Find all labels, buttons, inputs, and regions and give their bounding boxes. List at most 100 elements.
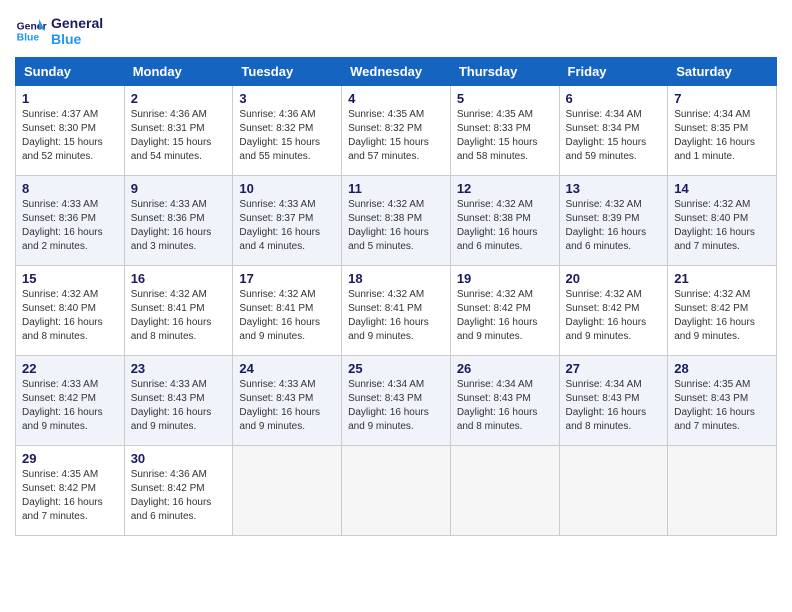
calendar-cell-day-empty <box>668 446 777 536</box>
calendar-cell-day-1: 1 Sunrise: 4:37 AMSunset: 8:30 PMDaylight… <box>16 86 125 176</box>
day-info: Sunrise: 4:36 AMSunset: 8:32 PMDaylight:… <box>239 108 335 164</box>
day-number: 1 <box>22 91 118 106</box>
day-number: 15 <box>22 271 118 286</box>
day-number: 7 <box>674 91 770 106</box>
day-number: 21 <box>674 271 770 286</box>
day-info: Sunrise: 4:32 AMSunset: 8:42 PMDaylight:… <box>674 288 770 344</box>
day-number: 9 <box>131 181 227 196</box>
day-number: 14 <box>674 181 770 196</box>
calendar-cell-day-14: 14 Sunrise: 4:32 AMSunset: 8:40 PMDayligh… <box>668 176 777 266</box>
day-number: 8 <box>22 181 118 196</box>
calendar-cell-day-13: 13 Sunrise: 4:32 AMSunset: 8:39 PMDayligh… <box>559 176 668 266</box>
logo-general: General <box>51 15 103 31</box>
day-number: 24 <box>239 361 335 376</box>
calendar-cell-day-empty <box>342 446 451 536</box>
day-info: Sunrise: 4:32 AMSunset: 8:42 PMDaylight:… <box>457 288 553 344</box>
calendar-cell-day-3: 3 Sunrise: 4:36 AMSunset: 8:32 PMDaylight… <box>233 86 342 176</box>
day-info: Sunrise: 4:32 AMSunset: 8:38 PMDaylight:… <box>457 198 553 254</box>
calendar-cell-day-20: 20Sunrise: 4:32 AMSunset: 8:42 PMDayligh… <box>559 266 668 356</box>
logo-icon: General Blue <box>15 15 47 47</box>
calendar-cell-day-10: 10Sunrise: 4:33 AMSunset: 8:37 PMDayligh… <box>233 176 342 266</box>
day-info: Sunrise: 4:33 AMSunset: 8:43 PMDaylight:… <box>239 378 335 434</box>
day-number: 4 <box>348 91 444 106</box>
day-info: Sunrise: 4:32 AMSunset: 8:41 PMDaylight:… <box>239 288 335 344</box>
calendar-cell-day-2: 2 Sunrise: 4:36 AMSunset: 8:31 PMDaylight… <box>124 86 233 176</box>
calendar-header-row: SundayMondayTuesdayWednesdayThursdayFrid… <box>16 58 777 86</box>
calendar-week-3: 15Sunrise: 4:32 AMSunset: 8:40 PMDayligh… <box>16 266 777 356</box>
svg-text:Blue: Blue <box>17 33 40 44</box>
day-info: Sunrise: 4:35 AMSunset: 8:43 PMDaylight:… <box>674 378 770 434</box>
day-number: 17 <box>239 271 335 286</box>
calendar-cell-day-16: 16 Sunrise: 4:32 AMSunset: 8:41 PMDayligh… <box>124 266 233 356</box>
logo: General Blue General Blue <box>15 15 103 47</box>
calendar-cell-day-26: 26Sunrise: 4:34 AMSunset: 8:43 PMDayligh… <box>450 356 559 446</box>
day-number: 27 <box>566 361 662 376</box>
day-number: 6 <box>566 91 662 106</box>
column-header-thursday: Thursday <box>450 58 559 86</box>
day-info: Sunrise: 4:36 AMSunset: 8:42 PMDaylight:… <box>131 468 227 524</box>
day-info: Sunrise: 4:37 AMSunset: 8:30 PMDaylight:… <box>22 108 118 164</box>
day-info: Sunrise: 4:32 AMSunset: 8:39 PMDaylight:… <box>566 198 662 254</box>
day-info: Sunrise: 4:35 AMSunset: 8:32 PMDaylight:… <box>348 108 444 164</box>
calendar-cell-day-29: 29Sunrise: 4:35 AMSunset: 8:42 PMDayligh… <box>16 446 125 536</box>
day-number: 22 <box>22 361 118 376</box>
day-info: Sunrise: 4:33 AMSunset: 8:36 PMDaylight:… <box>131 198 227 254</box>
calendar-cell-day-30: 30 Sunrise: 4:36 AMSunset: 8:42 PMDayligh… <box>124 446 233 536</box>
day-info: Sunrise: 4:35 AMSunset: 8:33 PMDaylight:… <box>457 108 553 164</box>
day-number: 13 <box>566 181 662 196</box>
day-info: Sunrise: 4:32 AMSunset: 8:41 PMDaylight:… <box>348 288 444 344</box>
calendar-cell-day-empty <box>450 446 559 536</box>
day-number: 11 <box>348 181 444 196</box>
column-header-friday: Friday <box>559 58 668 86</box>
column-header-wednesday: Wednesday <box>342 58 451 86</box>
calendar-cell-day-6: 6 Sunrise: 4:34 AMSunset: 8:34 PMDaylight… <box>559 86 668 176</box>
day-number: 16 <box>131 271 227 286</box>
calendar-cell-day-17: 17 Sunrise: 4:32 AMSunset: 8:41 PMDayligh… <box>233 266 342 356</box>
day-number: 3 <box>239 91 335 106</box>
column-header-tuesday: Tuesday <box>233 58 342 86</box>
calendar-cell-day-25: 25 Sunrise: 4:34 AMSunset: 8:43 PMDayligh… <box>342 356 451 446</box>
calendar-cell-day-7: 7 Sunrise: 4:34 AMSunset: 8:35 PMDaylight… <box>668 86 777 176</box>
column-header-sunday: Sunday <box>16 58 125 86</box>
calendar-week-1: 1 Sunrise: 4:37 AMSunset: 8:30 PMDaylight… <box>16 86 777 176</box>
day-number: 2 <box>131 91 227 106</box>
calendar-week-4: 22Sunrise: 4:33 AMSunset: 8:42 PMDayligh… <box>16 356 777 446</box>
day-number: 25 <box>348 361 444 376</box>
calendar-table: SundayMondayTuesdayWednesdayThursdayFrid… <box>15 57 777 536</box>
day-info: Sunrise: 4:33 AMSunset: 8:43 PMDaylight:… <box>131 378 227 434</box>
day-info: Sunrise: 4:34 AMSunset: 8:34 PMDaylight:… <box>566 108 662 164</box>
day-number: 10 <box>239 181 335 196</box>
day-number: 20 <box>566 271 662 286</box>
calendar-cell-day-9: 9 Sunrise: 4:33 AMSunset: 8:36 PMDaylight… <box>124 176 233 266</box>
day-info: Sunrise: 4:34 AMSunset: 8:43 PMDaylight:… <box>566 378 662 434</box>
calendar-cell-day-empty <box>233 446 342 536</box>
calendar-cell-day-empty <box>559 446 668 536</box>
calendar-cell-day-23: 23 Sunrise: 4:33 AMSunset: 8:43 PMDayligh… <box>124 356 233 446</box>
calendar-cell-day-27: 27 Sunrise: 4:34 AMSunset: 8:43 PMDayligh… <box>559 356 668 446</box>
calendar-cell-day-19: 19 Sunrise: 4:32 AMSunset: 8:42 PMDayligh… <box>450 266 559 356</box>
day-info: Sunrise: 4:36 AMSunset: 8:31 PMDaylight:… <box>131 108 227 164</box>
day-info: Sunrise: 4:35 AMSunset: 8:42 PMDaylight:… <box>22 468 118 524</box>
page-header: General Blue General Blue <box>15 15 777 47</box>
calendar-cell-day-18: 18 Sunrise: 4:32 AMSunset: 8:41 PMDayligh… <box>342 266 451 356</box>
day-number: 18 <box>348 271 444 286</box>
calendar-week-5: 29Sunrise: 4:35 AMSunset: 8:42 PMDayligh… <box>16 446 777 536</box>
calendar-week-2: 8 Sunrise: 4:33 AMSunset: 8:36 PMDaylight… <box>16 176 777 266</box>
calendar-cell-day-24: 24 Sunrise: 4:33 AMSunset: 8:43 PMDayligh… <box>233 356 342 446</box>
day-info: Sunrise: 4:34 AMSunset: 8:43 PMDaylight:… <box>457 378 553 434</box>
day-info: Sunrise: 4:33 AMSunset: 8:36 PMDaylight:… <box>22 198 118 254</box>
day-info: Sunrise: 4:34 AMSunset: 8:35 PMDaylight:… <box>674 108 770 164</box>
day-info: Sunrise: 4:32 AMSunset: 8:41 PMDaylight:… <box>131 288 227 344</box>
day-info: Sunrise: 4:34 AMSunset: 8:43 PMDaylight:… <box>348 378 444 434</box>
calendar-cell-day-21: 21 Sunrise: 4:32 AMSunset: 8:42 PMDayligh… <box>668 266 777 356</box>
day-info: Sunrise: 4:32 AMSunset: 8:40 PMDaylight:… <box>674 198 770 254</box>
day-number: 28 <box>674 361 770 376</box>
calendar-cell-day-22: 22Sunrise: 4:33 AMSunset: 8:42 PMDayligh… <box>16 356 125 446</box>
day-number: 5 <box>457 91 553 106</box>
column-header-monday: Monday <box>124 58 233 86</box>
column-header-saturday: Saturday <box>668 58 777 86</box>
day-number: 23 <box>131 361 227 376</box>
day-number: 19 <box>457 271 553 286</box>
day-info: Sunrise: 4:32 AMSunset: 8:38 PMDaylight:… <box>348 198 444 254</box>
day-number: 30 <box>131 451 227 466</box>
